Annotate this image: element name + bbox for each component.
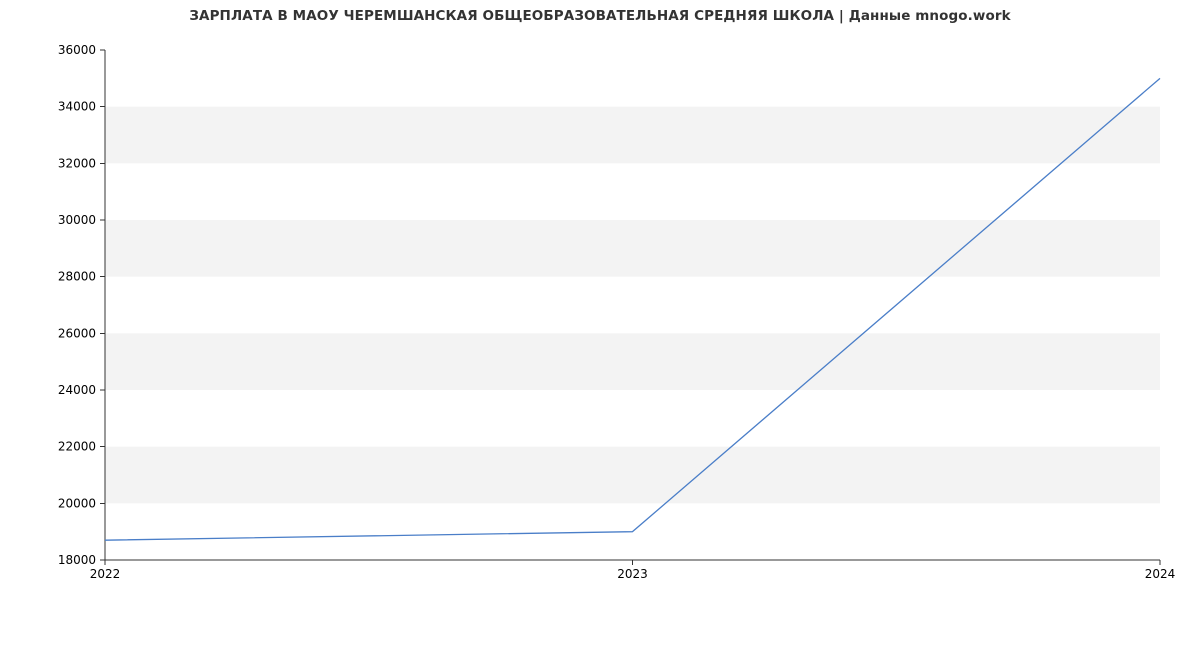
grid-band [105,333,1160,390]
y-tick-label: 30000 [58,213,96,227]
y-tick-label: 36000 [58,43,96,57]
y-tick-label: 20000 [58,496,96,510]
grid-band [105,107,1160,164]
x-tick-label: 2024 [1145,567,1176,581]
chart-svg: 18000 20000 22000 24000 26000 28000 30000 32000… [0,0,1200,650]
x-tick-label: 2023 [617,567,648,581]
grid-band [105,220,1160,277]
y-tick-label: 32000 [58,156,96,170]
y-tick-label: 34000 [58,100,96,114]
x-tick-label: 2022 [90,567,121,581]
y-tick-label: 24000 [58,383,96,397]
y-tick-label: 28000 [58,270,96,284]
y-tick-label: 18000 [58,553,96,567]
y-tick-label: 22000 [58,440,96,454]
chart-container: ЗАРПЛАТА В МАОУ ЧЕРЕМШАНСКАЯ ОБЩЕОБРАЗОВ… [0,0,1200,650]
y-tick-label: 26000 [58,326,96,340]
grid-band [105,447,1160,504]
